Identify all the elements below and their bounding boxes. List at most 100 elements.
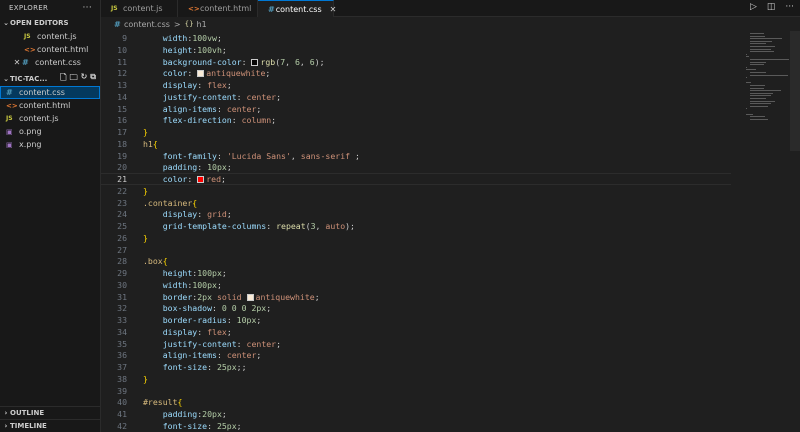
new-file-icon[interactable]: 🗋	[60, 72, 66, 86]
code-token: .container	[143, 197, 193, 208]
code-line[interactable]: 41 padding:20px;	[101, 408, 731, 420]
timeline-section[interactable]: › TIMELINE	[0, 419, 100, 432]
code-line[interactable]: 35 justify-content: center;	[101, 338, 731, 350]
code-line[interactable]: 16 flex-direction: column;	[101, 114, 731, 126]
code-line[interactable]: 36 align-items: center;	[101, 349, 731, 361]
code-line[interactable]: 34 display: flex;	[101, 326, 731, 338]
explorer-header: EXPLORER ···	[0, 0, 100, 16]
code-line[interactable]: 30 width:100px;	[101, 279, 731, 291]
close-tab-icon[interactable]: ✕	[330, 5, 337, 14]
code-line[interactable]: 37 font-size: 25px;;	[101, 361, 731, 373]
refresh-icon[interactable]: ↻	[81, 72, 88, 86]
new-folder-icon[interactable]: 🗀	[70, 72, 78, 86]
vertical-scrollbar[interactable]	[790, 31, 800, 151]
open-editors-section[interactable]: ⌄ OPEN EDITORS	[0, 16, 100, 30]
open-editor-item-content-html[interactable]: <> content.html	[0, 43, 100, 56]
code-line[interactable]: 42 font-size: 25px;	[101, 420, 731, 432]
code-line[interactable]: 10 height:100vh;	[101, 44, 731, 56]
code-token: ;	[221, 409, 227, 419]
collapse-all-icon[interactable]: ⧉	[90, 72, 96, 86]
code-text: display: flex;	[143, 327, 232, 337]
minimap-line	[749, 72, 766, 73]
code-line[interactable]: 21 color: red;	[101, 173, 731, 185]
code-line[interactable]: 38}	[101, 373, 731, 385]
code-line[interactable]: 27	[101, 244, 731, 256]
code-line[interactable]: 33 border-radius: 10px;	[101, 314, 731, 326]
chevron-down-icon: ⌄	[3, 75, 9, 83]
code-line[interactable]: 23 .container{	[101, 197, 731, 209]
outline-section[interactable]: › OUTLINE	[0, 406, 100, 419]
code-token: ;	[350, 150, 360, 161]
file-item-content-js[interactable]: JS content.js	[0, 112, 100, 125]
code-line[interactable]: 12 color: antiquewhite;	[101, 67, 731, 79]
open-editor-item-content-css[interactable]: ✕ # content.css	[0, 56, 100, 69]
code-line[interactable]: 32 box-shadow: 0 0 0 2px;	[101, 302, 731, 314]
code-line[interactable]: 28 .box{	[101, 255, 731, 267]
minimap[interactable]	[744, 31, 790, 151]
code-token: grid	[207, 209, 227, 220]
code-text: box-shadow: 0 0 0 2px;	[143, 303, 271, 313]
tab-content-html[interactable]: <> content.html	[178, 0, 258, 17]
file-item-o-png[interactable]: ▣ o.png	[0, 125, 100, 138]
code-line[interactable]: 15 align-items: center;	[101, 103, 731, 115]
code-token: }	[143, 232, 148, 243]
color-swatch[interactable]	[251, 58, 259, 66]
code-line[interactable]: 25 grid-template-columns: repeat(3, auto…	[101, 220, 731, 232]
code-line[interactable]: 19 font-family: 'Lucida Sans', sans-seri…	[101, 150, 731, 162]
code-line[interactable]: 40 #result{	[101, 396, 731, 408]
code-line[interactable]: 22}	[101, 185, 731, 197]
open-editor-item-content-js[interactable]: JS content.js	[0, 30, 100, 43]
code-line[interactable]: 13 display: flex;	[101, 79, 731, 91]
code-text: font-size: 25px;	[143, 421, 242, 431]
code-line[interactable]: 20 padding: 10px;	[101, 161, 731, 173]
code-token: 2px	[197, 291, 213, 302]
code-token: repeat	[276, 221, 306, 231]
code-editor[interactable]: 9 width:100vw; 10 height:100vh; 11 backgro…	[101, 31, 800, 432]
code-line[interactable]: 26}	[101, 232, 731, 244]
code-token: width	[162, 33, 188, 43]
code-token: :	[197, 326, 208, 337]
code-token: ;	[216, 279, 222, 290]
color-swatch[interactable]	[197, 70, 205, 78]
js-file-icon: JS	[24, 33, 31, 40]
image-file-icon: ▣	[6, 140, 13, 149]
code-token: width	[162, 279, 188, 290]
more-actions-icon[interactable]: ···	[83, 3, 92, 13]
code-line[interactable]: 31 border:2px solid antiquewhite;	[101, 291, 731, 303]
code-line[interactable]: 14 justify-content: center;	[101, 91, 731, 103]
folder-section[interactable]: ⌄ TIC-TAC... 🗋 🗀 ↻ ⧉	[0, 72, 100, 86]
line-number: 32	[117, 303, 127, 314]
code-line[interactable]: 11 background-color: rgb(7, 6, 6);	[101, 56, 731, 68]
file-item-content-css[interactable]: # content.css	[0, 86, 100, 99]
breadcrumb-symbol[interactable]: h1	[197, 20, 207, 29]
code-line[interactable]: 18 h1{	[101, 138, 731, 150]
file-item-content-html[interactable]: <> content.html	[0, 99, 100, 112]
code-token: );	[345, 221, 355, 231]
code-token: );	[314, 56, 325, 67]
code-token: center	[246, 338, 277, 349]
code-token: ;	[276, 91, 282, 102]
file-item-x-png[interactable]: ▣ x.png	[0, 138, 100, 151]
breadcrumb-file[interactable]: content.css	[124, 20, 170, 29]
tab-content-js[interactable]: JS content.js	[101, 0, 178, 17]
run-icon[interactable]: ▷	[750, 2, 757, 12]
color-swatch[interactable]	[197, 176, 205, 183]
code-token: :	[266, 221, 277, 231]
css-file-icon: #	[114, 19, 121, 29]
color-swatch[interactable]	[246, 293, 254, 301]
code-line[interactable]: 24 display: grid;	[101, 208, 731, 220]
code-token: sans-serif	[300, 150, 351, 161]
css-file-icon: #	[22, 58, 29, 67]
code-line[interactable]: 29 height:100px;	[101, 267, 731, 279]
minimap-line	[749, 51, 774, 53]
tab-content-css[interactable]: # content.css ✕	[258, 0, 337, 17]
more-actions-icon[interactable]: ···	[785, 2, 794, 12]
code-line[interactable]: 17}	[101, 126, 731, 138]
code-line[interactable]: 39	[101, 385, 731, 397]
code-line[interactable]: 9 width:100vw;	[101, 32, 731, 44]
close-icon[interactable]: ✕	[12, 58, 22, 67]
code-token: padding	[162, 409, 198, 419]
split-editor-icon[interactable]: ◫	[767, 2, 776, 12]
code-token: :	[216, 103, 227, 114]
code-token: 25px	[216, 362, 237, 372]
